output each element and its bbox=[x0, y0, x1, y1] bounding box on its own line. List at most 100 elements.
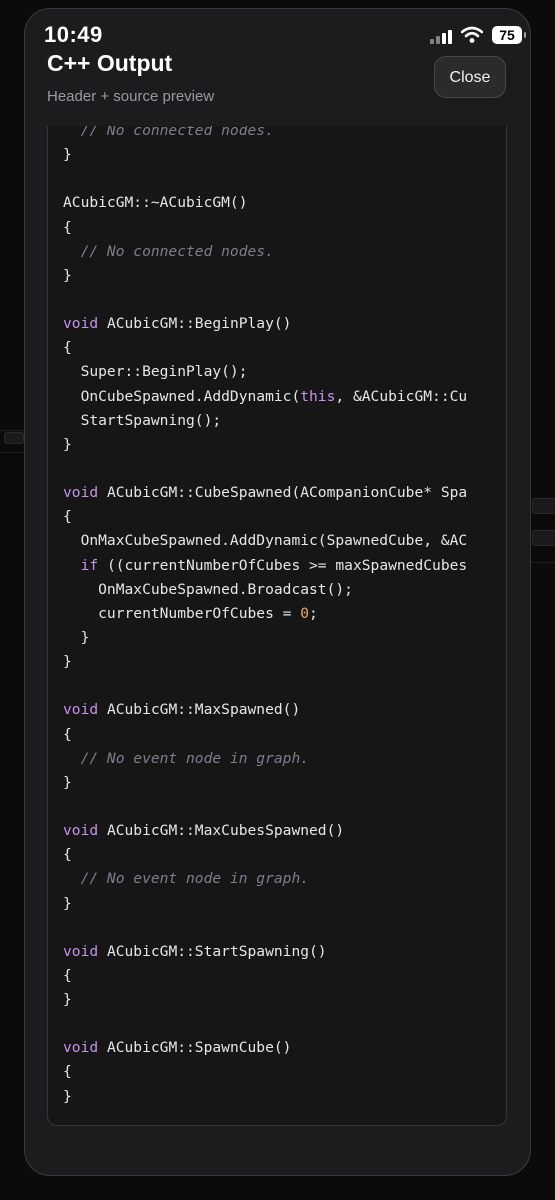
battery-icon: 75 bbox=[492, 26, 526, 44]
code-token: } bbox=[63, 435, 72, 453]
code-line: OnMaxCubeSpawned.AddDynamic(SpawnedCube,… bbox=[63, 529, 468, 553]
code-token: Super::BeginPlay(); bbox=[63, 363, 248, 381]
code-token: ; bbox=[309, 604, 318, 622]
code-line: Super::BeginPlay(); bbox=[63, 360, 467, 384]
backdrop-node bbox=[4, 432, 24, 444]
code-token: ACubicGM::CubeSpawned(ACompanionCube* Sp… bbox=[98, 484, 468, 502]
code-token: ACubicGM::SpawnCube() bbox=[98, 1039, 292, 1057]
code-token: { bbox=[63, 725, 72, 743]
code-token: // No event node in graph. bbox=[63, 870, 310, 888]
code-line: } bbox=[63, 1085, 467, 1109]
code-token: } bbox=[63, 894, 72, 912]
code-token: if bbox=[80, 556, 99, 574]
code-token: { bbox=[63, 1063, 72, 1081]
backdrop-node bbox=[532, 498, 555, 514]
backdrop-divider bbox=[531, 562, 555, 563]
code-line: void ACubicGM::MaxCubesSpawned() bbox=[63, 819, 467, 843]
code-line: { bbox=[63, 964, 467, 988]
code-token: } bbox=[63, 991, 72, 1009]
code-token: void bbox=[63, 315, 99, 333]
code-token: ACubicGM::BeginPlay() bbox=[98, 315, 292, 333]
code-token: } bbox=[63, 773, 72, 791]
code-line: // No connected nodes. bbox=[63, 240, 467, 264]
wifi-icon bbox=[461, 26, 483, 43]
code-token: StartSpawning(); bbox=[63, 411, 222, 429]
code-token: void bbox=[63, 1039, 99, 1057]
code-token: // No connected nodes. bbox=[63, 126, 274, 139]
code-token: } bbox=[63, 1087, 72, 1105]
code-line: void ACubicGM::CubeSpawned(ACompanionCub… bbox=[63, 481, 467, 505]
page-title: C++ Output bbox=[47, 50, 173, 76]
code-block: // No connected nodes.}ACubicGM::~ACubic… bbox=[63, 126, 467, 1109]
code-token: currentNumberOfCubes = bbox=[63, 604, 301, 622]
code-token: ACubicGM::MaxCubesSpawned() bbox=[98, 822, 345, 840]
page-subtitle: Header + source preview bbox=[47, 88, 215, 105]
code-token: OnCubeSpawned.AddDynamic( bbox=[63, 387, 301, 405]
code-token: OnMaxCubeSpawned.AddDynamic(SpawnedCube,… bbox=[63, 532, 468, 550]
code-viewer[interactable]: // No connected nodes.}ACubicGM::~ACubic… bbox=[47, 126, 507, 1126]
code-line: } bbox=[63, 143, 467, 167]
backdrop-divider bbox=[0, 452, 24, 453]
code-line: void ACubicGM::MaxSpawned() bbox=[63, 698, 467, 722]
code-token: void bbox=[63, 701, 99, 719]
code-line: ACubicGM::~ACubicGM() bbox=[63, 191, 467, 215]
code-line: OnCubeSpawned.AddDynamic(this, &ACubicGM… bbox=[63, 385, 468, 409]
code-line: { bbox=[63, 505, 467, 529]
code-token: { bbox=[63, 218, 72, 236]
code-line: { bbox=[63, 336, 467, 360]
code-line: { bbox=[63, 216, 467, 240]
code-line: { bbox=[63, 1060, 467, 1084]
code-line: // No connected nodes. bbox=[63, 126, 467, 143]
code-line: } bbox=[63, 626, 467, 650]
code-line: void ACubicGM::SpawnCube() bbox=[63, 1036, 467, 1060]
code-token: 0 bbox=[300, 604, 310, 622]
screen: 10:49 75 C++ Output Header + source prev… bbox=[0, 0, 555, 1200]
code-token: this bbox=[300, 387, 336, 405]
code-token: } bbox=[63, 146, 72, 164]
code-line: } bbox=[63, 264, 467, 288]
code-token: ACubicGM::MaxSpawned() bbox=[98, 701, 301, 719]
code-token: void bbox=[63, 822, 99, 840]
code-line: } bbox=[63, 988, 467, 1012]
code-token: } bbox=[63, 628, 90, 646]
code-line: } bbox=[63, 433, 467, 457]
code-token: { bbox=[63, 846, 72, 864]
code-token: } bbox=[63, 653, 72, 671]
code-line: currentNumberOfCubes = 0; bbox=[63, 602, 467, 626]
battery-level: 75 bbox=[499, 27, 515, 43]
code-line: { bbox=[63, 723, 467, 747]
code-token: , &ACubicGM::Cu bbox=[335, 387, 468, 405]
code-line: { bbox=[63, 843, 467, 867]
code-line: // No event node in graph. bbox=[63, 867, 467, 891]
code-token: ACubicGM::~ACubicGM() bbox=[63, 194, 248, 212]
code-line: // No event node in graph. bbox=[63, 747, 467, 771]
code-line: if ((currentNumberOfCubes >= maxSpawnedC… bbox=[63, 554, 468, 578]
code-token: { bbox=[63, 966, 72, 984]
code-token: ACubicGM::StartSpawning() bbox=[98, 942, 327, 960]
backdrop-divider bbox=[0, 430, 24, 431]
code-token: ((currentNumberOfCubes >= maxSpawnedCube… bbox=[98, 556, 468, 574]
code-line: StartSpawning(); bbox=[63, 409, 467, 433]
code-line: } bbox=[63, 892, 467, 916]
close-button[interactable]: Close bbox=[434, 56, 506, 98]
code-token: } bbox=[63, 266, 72, 284]
code-line: OnMaxCubeSpawned.Broadcast(); bbox=[63, 578, 467, 602]
code-line: } bbox=[63, 771, 467, 795]
backdrop-node bbox=[532, 530, 555, 546]
code-line: } bbox=[63, 650, 467, 674]
code-line: void ACubicGM::BeginPlay() bbox=[63, 312, 467, 336]
cellular-signal-icon bbox=[430, 30, 454, 44]
code-token: // No connected nodes. bbox=[63, 242, 274, 260]
status-bar: 10:49 75 bbox=[0, 0, 555, 48]
code-token: OnMaxCubeSpawned.Broadcast(); bbox=[63, 580, 353, 598]
code-token: { bbox=[63, 508, 72, 526]
code-token: // No event node in graph. bbox=[63, 749, 310, 767]
